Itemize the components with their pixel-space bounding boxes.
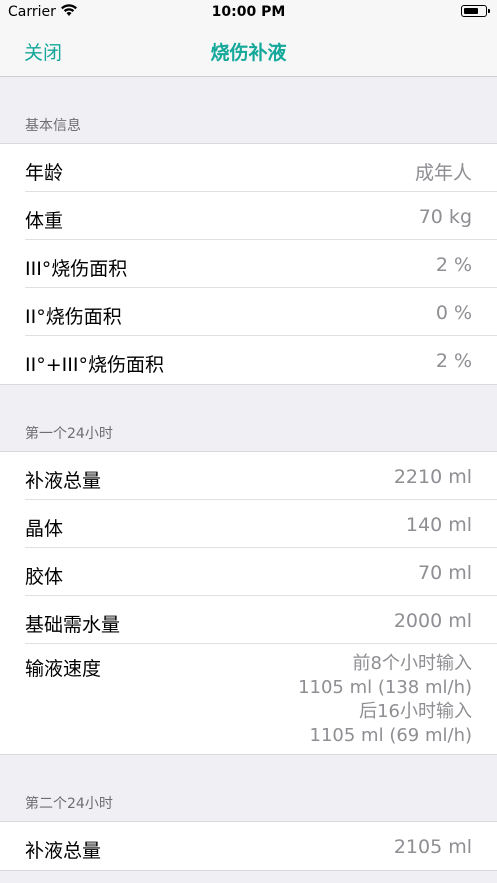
- section-basic: 年龄 成年人 体重 70 kg III°烧伤面积 2 % II°烧伤面积 0 %…: [0, 144, 497, 385]
- row-label: 输液速度: [25, 658, 102, 680]
- row-label: 胶体: [25, 566, 64, 588]
- section-header-label: 第二个24小时: [25, 796, 113, 812]
- row-age[interactable]: 年龄 成年人: [0, 144, 497, 192]
- row-third-degree-area[interactable]: III°烧伤面积 2 %: [0, 240, 497, 288]
- row-value: 140 ml: [405, 514, 472, 536]
- section-header-second-24h: 第二个24小时: [0, 755, 497, 822]
- row-label: 基础需水量: [25, 614, 121, 636]
- infusion-rate-value: 前8个小时输入 1105 ml (138 ml/h) 后16小时输入 1105 …: [298, 652, 472, 748]
- row-label: II°+III°烧伤面积: [25, 354, 164, 376]
- row-value: 2 %: [435, 254, 472, 276]
- status-time: 10:00 PM: [211, 4, 286, 20]
- row-value: 70 kg: [418, 206, 472, 228]
- rate-line: 1105 ml (69 ml/h): [309, 725, 472, 746]
- section-first-24h: 补液总量 2210 ml 晶体 140 ml 胶体 70 ml 基础需水量 20…: [0, 452, 497, 755]
- row-basal-water: 基础需水量 2000 ml: [0, 596, 497, 644]
- row-weight[interactable]: 体重 70 kg: [0, 192, 497, 240]
- row-value: 2105 ml: [393, 836, 472, 858]
- row-value: 70 ml: [417, 562, 472, 584]
- row-value: 2 %: [435, 350, 472, 372]
- section-header-basic: 基本信息: [0, 77, 497, 144]
- navigation-bar: 关闭 烧伤补液: [0, 26, 497, 77]
- table-view[interactable]: 基本信息 年龄 成年人 体重 70 kg III°烧伤面积 2 % II°烧伤面…: [0, 77, 497, 871]
- section-header-first-24h: 第一个24小时: [0, 385, 497, 452]
- row-label: II°烧伤面积: [25, 306, 122, 328]
- section-header-label: 第一个24小时: [25, 426, 113, 442]
- section-header-label: 基本信息: [25, 118, 81, 134]
- row-value: 2000 ml: [393, 610, 472, 632]
- row-label: 年龄: [25, 162, 64, 184]
- row-value: 2210 ml: [393, 466, 472, 488]
- section-second-24h: 补液总量 2105 ml: [0, 822, 497, 871]
- row-total-area[interactable]: II°+III°烧伤面积 2 %: [0, 336, 497, 384]
- row-label: 补液总量: [25, 470, 102, 492]
- page-title: 烧伤补液: [210, 42, 287, 64]
- row-colloid: 胶体 70 ml: [0, 548, 497, 596]
- battery-icon: [461, 5, 490, 17]
- row-second-degree-area[interactable]: II°烧伤面积 0 %: [0, 288, 497, 336]
- status-bar: Carrier 10:00 PM: [0, 0, 497, 26]
- rate-line: 1105 ml (138 ml/h): [298, 677, 472, 698]
- row-label: 体重: [25, 210, 64, 232]
- row-value: 0 %: [435, 302, 472, 324]
- row-label: 晶体: [25, 518, 64, 540]
- row-value: 成年人: [414, 162, 472, 184]
- rate-line: 后16小时输入: [359, 701, 472, 722]
- row-total-fluid-2: 补液总量 2105 ml: [0, 822, 497, 870]
- row-label: III°烧伤面积: [25, 258, 128, 280]
- row-total-fluid: 补液总量 2210 ml: [0, 452, 497, 500]
- row-label: 补液总量: [25, 840, 102, 862]
- row-crystalloid: 晶体 140 ml: [0, 500, 497, 548]
- row-infusion-rate: 输液速度 前8个小时输入 1105 ml (138 ml/h) 后16小时输入 …: [0, 644, 497, 754]
- rate-line: 前8个小时输入: [352, 653, 472, 674]
